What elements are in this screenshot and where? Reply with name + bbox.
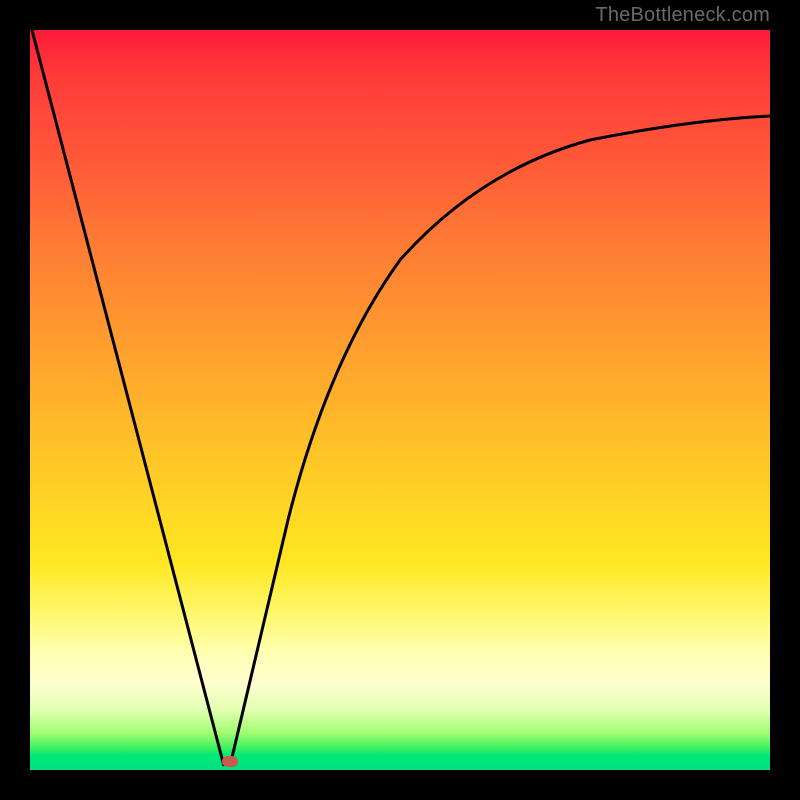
watermark-text: TheBottleneck.com xyxy=(595,4,770,27)
chart-frame: TheBottleneck.com xyxy=(0,0,800,800)
curve-left-segment xyxy=(32,30,224,766)
optimal-point-marker xyxy=(222,756,238,767)
bottleneck-curve xyxy=(30,30,770,770)
plot-area xyxy=(30,30,770,770)
curve-right-segment xyxy=(230,116,770,766)
